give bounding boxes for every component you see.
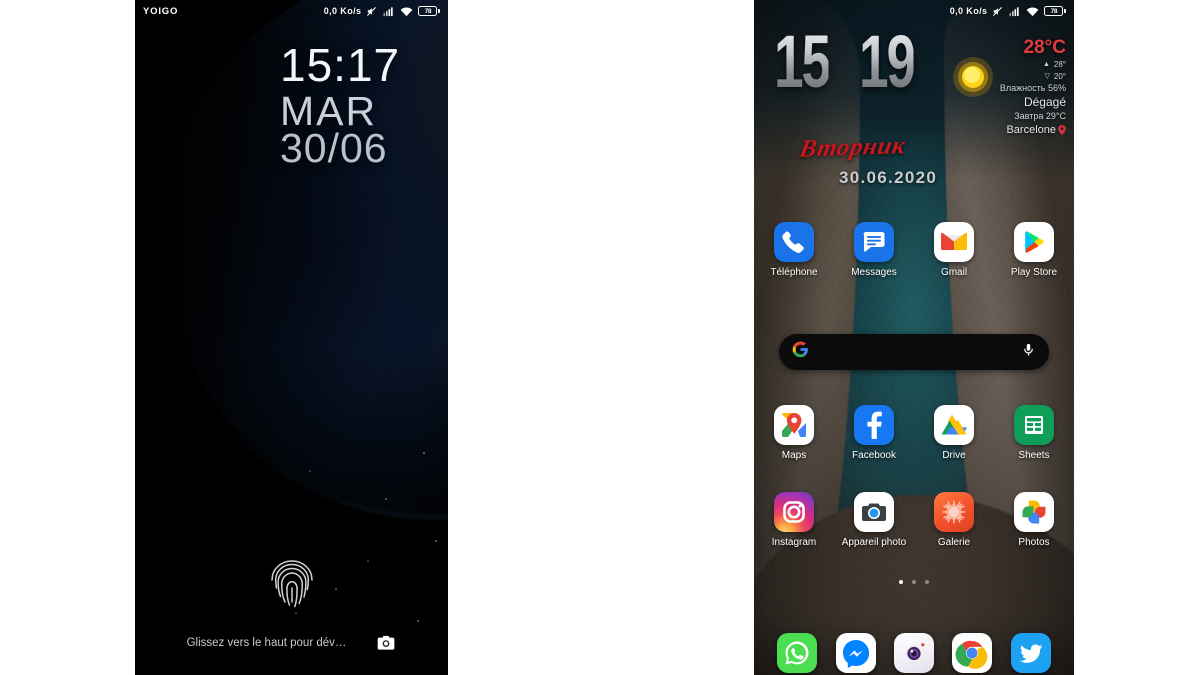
page-dot-2[interactable]	[912, 580, 916, 584]
high-arrow-icon: ▲	[1042, 61, 1050, 68]
messenger-icon[interactable]	[835, 633, 876, 673]
google-search-bar[interactable]	[779, 334, 1049, 370]
app-label: Sheets	[1018, 450, 1050, 461]
instagram-icon	[774, 492, 814, 532]
app-label: Téléphone	[770, 267, 818, 278]
app-label: Play Store	[1010, 267, 1058, 278]
miui-camera-icon[interactable]	[893, 633, 934, 673]
facebook-icon	[854, 405, 894, 445]
app-label: Galerie	[937, 537, 971, 548]
lock-time-label: 15:17	[280, 39, 401, 91]
sheets-icon	[1014, 405, 1054, 445]
app-maps[interactable]: Maps	[754, 405, 834, 462]
app-label: Drive	[942, 450, 966, 461]
network-speed-label: 0,0 Ko/s	[949, 6, 988, 16]
app-label: Gmail	[940, 267, 968, 278]
weather-tomorrow: Завтра 29°C	[1014, 111, 1066, 121]
app-grid-row-3: Instagram Appareil photo Galerie Photos	[754, 492, 1074, 549]
app-label: Maps	[781, 450, 807, 461]
drive-icon	[934, 405, 974, 445]
play-store-icon	[1014, 222, 1054, 262]
page-dot-3[interactable]	[925, 580, 929, 584]
widget-minutes: 19	[859, 20, 916, 103]
maps-icon	[774, 405, 814, 445]
widget-weekday: Вторник	[797, 132, 908, 163]
twitter-icon[interactable]	[1010, 633, 1051, 673]
app-messages[interactable]: Messages	[834, 222, 914, 279]
low-arrow-icon: ▽	[1044, 73, 1050, 80]
lock-hint-row: Glissez vers le haut pour dév…	[135, 633, 448, 653]
battery-icon: 78	[1044, 6, 1066, 16]
weather-panel[interactable]: 28°C ▲ 28° ▽ 20° Влажность 56% Dégagé За…	[960, 38, 1066, 136]
widget-hours: 15	[774, 20, 831, 103]
mute-icon	[993, 6, 1003, 16]
google-photos-icon	[1014, 492, 1054, 532]
app-drive[interactable]: Drive	[914, 405, 994, 462]
app-telephone[interactable]: Téléphone	[754, 222, 834, 279]
app-photos[interactable]: Photos	[994, 492, 1074, 549]
battery-level-label: 78	[424, 7, 432, 15]
lock-clock: 15:17 MAR 30/06	[280, 39, 401, 171]
weather-low-row: ▽ 20°	[960, 72, 1067, 81]
wifi-icon	[1027, 7, 1039, 16]
home-screen-phone: 0,0 Ko/s 78 15 19 Вторник 30.06.2020 28°…	[754, 0, 1074, 675]
gmail-icon	[934, 222, 974, 262]
weather-condition: Dégagé	[1023, 95, 1066, 109]
chrome-icon[interactable]	[952, 633, 993, 673]
app-gmail[interactable]: Gmail	[914, 222, 994, 279]
app-galerie[interactable]: Galerie	[914, 492, 994, 549]
app-label: Appareil photo	[841, 537, 907, 548]
carrier-label: YOIGO	[143, 5, 179, 17]
home-status-bar: 0,0 Ko/s 78	[754, 0, 1074, 22]
app-grid-row-1: Téléphone Messages Gmail Play Store	[754, 222, 1074, 279]
app-label: Photos	[1018, 537, 1050, 548]
signal-bars-icon	[383, 6, 394, 16]
location-pin-icon	[1058, 125, 1066, 135]
app-label: Messages	[851, 267, 897, 278]
signal-bars-icon	[1009, 6, 1020, 16]
widget-date: 30.06.2020	[839, 168, 938, 187]
battery-icon: 78	[418, 6, 440, 16]
gallery-icon	[934, 492, 974, 532]
status-icons-group: 0,0 Ko/s 78	[324, 6, 440, 17]
app-grid-row-2: Maps Facebook Drive Sheets	[754, 405, 1074, 462]
app-label: Instagram	[771, 537, 817, 548]
app-instagram[interactable]: Instagram	[754, 492, 834, 549]
app-sheets[interactable]: Sheets	[994, 405, 1074, 462]
microphone-icon[interactable]	[1021, 342, 1036, 362]
weather-city-label: Barcelone	[1006, 124, 1056, 136]
wifi-icon	[401, 7, 413, 16]
page-indicator[interactable]	[754, 580, 1074, 584]
weather-high-row: ▲ 28°	[960, 60, 1066, 69]
weather-city-row: Barcelone	[960, 124, 1066, 136]
battery-level-label: 78	[1050, 7, 1058, 15]
camera-app-icon	[854, 492, 894, 532]
app-label: Facebook	[852, 450, 896, 461]
weather-high: 28°	[1053, 60, 1066, 69]
google-g-icon	[792, 341, 809, 363]
home-clock-weather-widget[interactable]: 15 19 Вторник 30.06.2020 28°C ▲ 28° ▽ 20…	[754, 20, 1074, 187]
page-dot-1[interactable]	[899, 580, 903, 584]
unlock-hint-label: Glissez vers le haut pour dév…	[186, 637, 347, 649]
screenshot-canvas: YOIGO 0,0 Ko/s 78 15:17 MAR 30/06 Glisse…	[0, 0, 1200, 675]
whatsapp-icon[interactable]	[777, 633, 818, 673]
weather-low: 20°	[1053, 72, 1066, 81]
mute-icon	[367, 6, 377, 16]
app-play-store[interactable]: Play Store	[994, 222, 1074, 279]
network-speed-label: 0,0 Ko/s	[323, 6, 362, 16]
app-facebook[interactable]: Facebook	[834, 405, 914, 462]
widget-time: 15 19	[774, 20, 936, 103]
weather-humidity: Влажность 56%	[999, 83, 1066, 93]
lock-screen-phone: YOIGO 0,0 Ko/s 78 15:17 MAR 30/06 Glisse…	[135, 0, 448, 675]
lock-date-label: 30/06	[280, 124, 388, 171]
weather-temperature: 28°C	[1023, 37, 1066, 58]
status-icons-group: 0,0 Ko/s 78	[950, 6, 1066, 17]
lock-status-bar: YOIGO 0,0 Ko/s 78	[135, 0, 448, 22]
fingerprint-icon[interactable]	[268, 558, 316, 617]
camera-icon[interactable]	[376, 633, 396, 653]
phone-icon	[774, 222, 814, 262]
messages-icon	[854, 222, 894, 262]
dock	[754, 633, 1074, 673]
app-appareil-photo[interactable]: Appareil photo	[834, 492, 914, 549]
